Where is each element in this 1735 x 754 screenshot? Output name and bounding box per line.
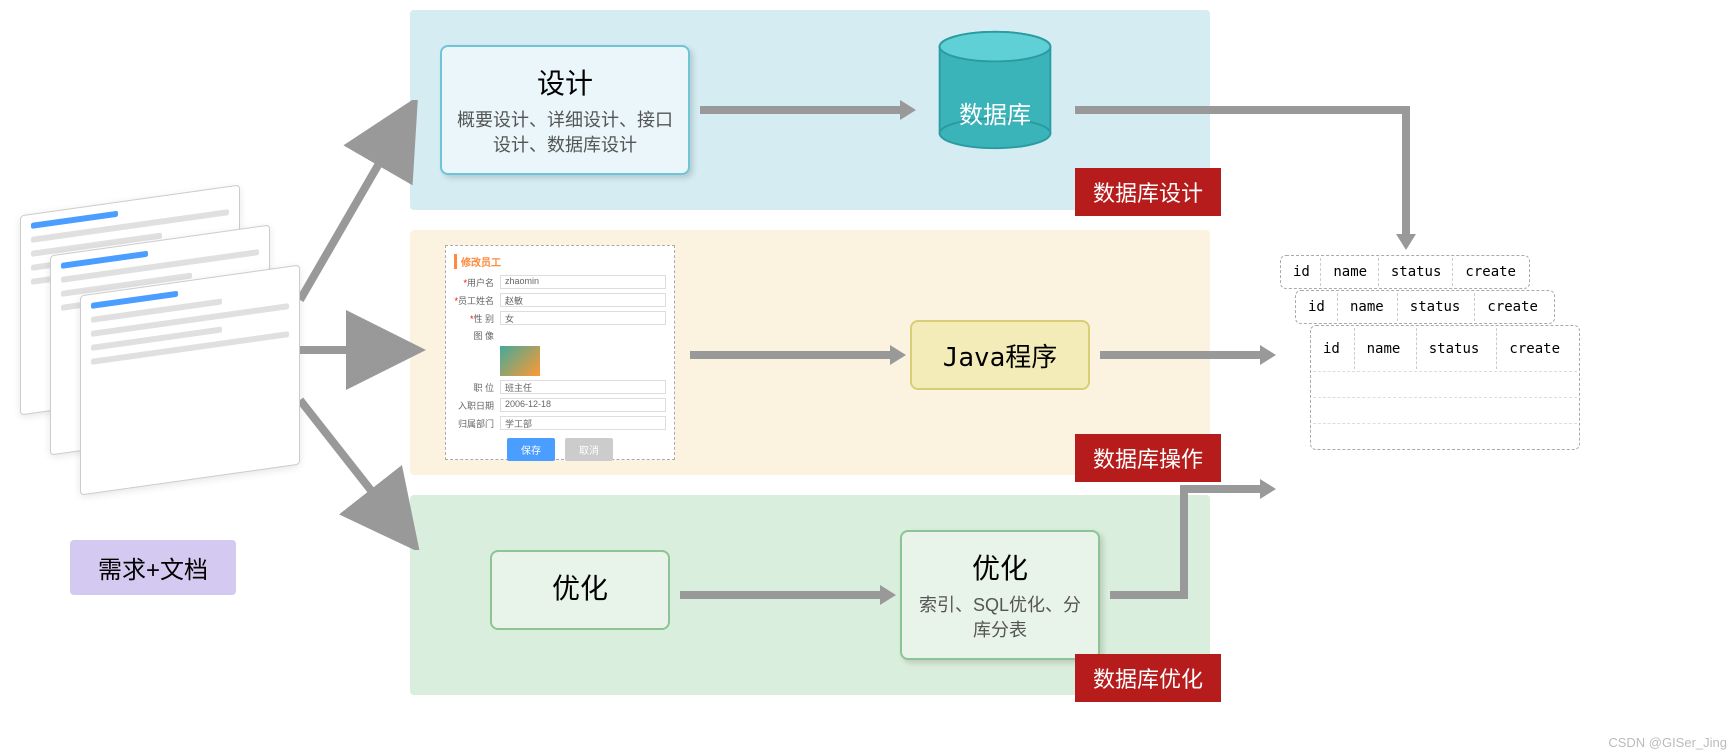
form-title: 修改员工 xyxy=(454,254,666,269)
form-mockup: 修改员工 *用户名zhaomin *员工姓名赵敏 *性 别女 图 像 职 位班主… xyxy=(445,245,675,460)
java-box: Java程序 xyxy=(910,320,1090,390)
arrow-java-tables xyxy=(1100,351,1260,359)
optimize2-box: 优化 索引、SQL优化、分库分表 xyxy=(900,530,1100,660)
arrow-head-icon xyxy=(900,100,916,120)
arrow-form-java xyxy=(690,351,890,359)
arrow-head-icon xyxy=(1260,479,1276,499)
arrow-head-icon xyxy=(1260,345,1276,365)
badge-db-optimize: 数据库优化 xyxy=(1075,654,1221,702)
arrow-db-tables-v xyxy=(1402,106,1410,236)
design-subtitle: 概要设计、详细设计、接口设计、数据库设计 xyxy=(454,108,676,158)
arrow-design-db xyxy=(700,106,900,114)
arrow-head-icon xyxy=(890,345,906,365)
arrow-opt1-opt2 xyxy=(680,591,880,599)
design-box: 设计 概要设计、详细设计、接口设计、数据库设计 xyxy=(440,45,690,175)
optimize1-title: 优化 xyxy=(552,567,608,607)
arrow-opt-tables-h xyxy=(1110,591,1185,599)
arrow-head-icon xyxy=(880,585,896,605)
document-mockups xyxy=(20,200,300,520)
database-label: 数据库 xyxy=(930,95,1060,130)
table-1: idnamestatuscreate xyxy=(1280,255,1530,289)
badge-db-design: 数据库设计 xyxy=(1075,168,1221,216)
arrow-opt-tables-v xyxy=(1180,485,1188,599)
requirements-label: 需求+文档 xyxy=(70,540,236,595)
watermark: CSDN @GISer_Jing xyxy=(1608,735,1727,750)
database-icon xyxy=(930,30,1060,150)
design-title: 设计 xyxy=(537,62,593,102)
arrow-opt-tables-h2 xyxy=(1180,485,1260,493)
optimize1-box: 优化 xyxy=(490,550,670,630)
optimize2-subtitle: 索引、SQL优化、分库分表 xyxy=(914,593,1086,643)
form-image-preview xyxy=(500,346,540,376)
arrow-left-fanout xyxy=(300,100,440,550)
arrow-head-icon xyxy=(1396,234,1416,250)
form-save-btn: 保存 xyxy=(507,438,555,461)
table-2: idnamestatuscreate xyxy=(1295,290,1555,324)
arrow-db-tables-h xyxy=(1075,106,1410,114)
badge-db-operation: 数据库操作 xyxy=(1075,434,1221,482)
java-label: Java程序 xyxy=(943,337,1058,374)
form-cancel-btn: 取消 xyxy=(565,438,613,461)
optimize2-title: 优化 xyxy=(972,547,1028,587)
table-3: idnamestatuscreate xyxy=(1310,325,1580,450)
